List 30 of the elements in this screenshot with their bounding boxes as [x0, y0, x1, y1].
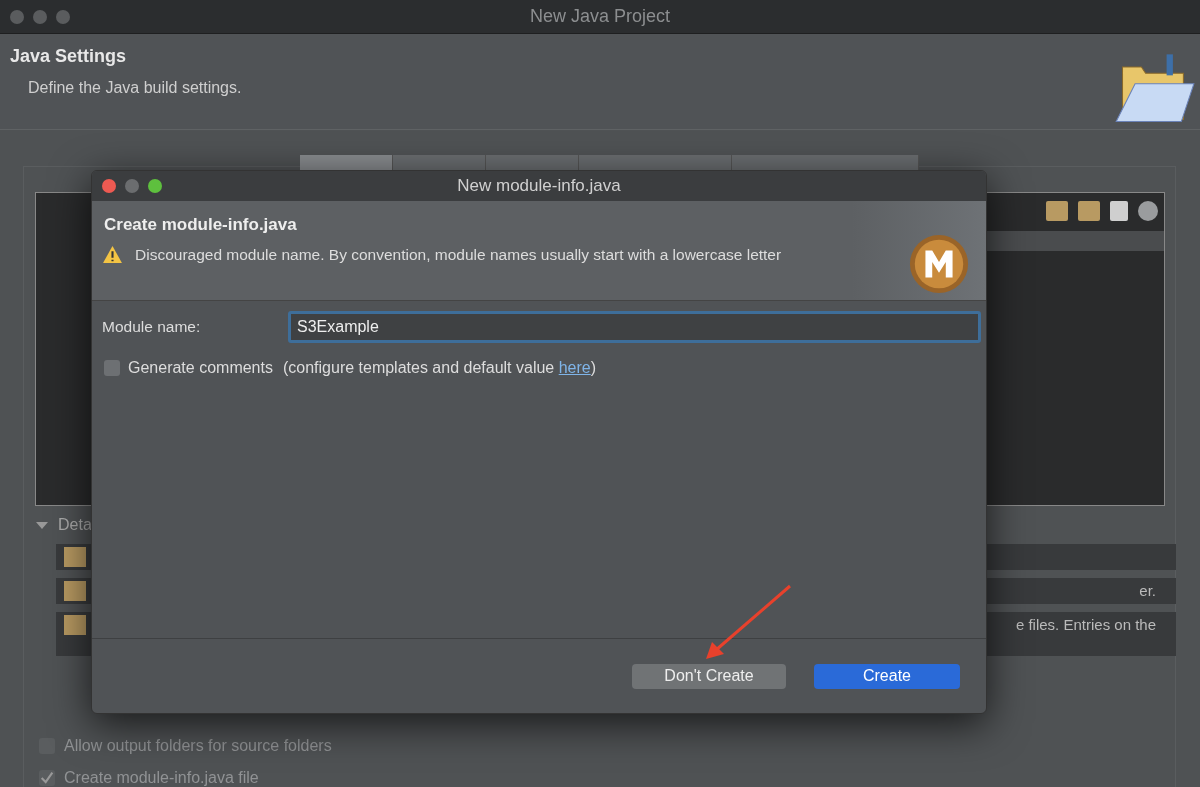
minimize-button[interactable]: [33, 9, 47, 24]
window-title: New Java Project: [529, 6, 671, 27]
detail-text: er.: [1139, 581, 1157, 599]
create-button[interactable]: Create: [814, 663, 960, 689]
checkbox-label: Generate comments: [128, 359, 273, 377]
here-link[interactable]: here: [558, 359, 591, 376]
page-subtitle: Define the Java build settings.: [28, 79, 242, 97]
tree-row[interactable]: [986, 231, 1164, 251]
checkbox[interactable]: [104, 360, 120, 376]
warning-icon: [102, 245, 123, 264]
close-button[interactable]: [102, 179, 116, 193]
dont-create-button[interactable]: Don't Create: [632, 663, 786, 689]
minimize-button[interactable]: [125, 179, 139, 193]
field-label: Module name:: [102, 318, 202, 336]
checkbox-label: Create module-info.java file: [64, 769, 259, 787]
module-icon: [908, 233, 970, 295]
disclosure-triangle-icon[interactable]: [36, 521, 48, 529]
checkbox-label: Allow output folders for source folders: [64, 737, 332, 755]
zoom-button[interactable]: [56, 9, 70, 24]
section-label: Deta: [58, 516, 92, 534]
dialog-title: New module-info.java: [457, 176, 621, 196]
close-button[interactable]: [10, 9, 24, 24]
hint-text: (configure templates and default value here): [282, 359, 597, 377]
detail-text: e files. Entries on the: [1015, 615, 1157, 633]
dialog-heading: Create module-info.java: [104, 215, 298, 235]
zoom-button[interactable]: [148, 179, 162, 193]
checkbox[interactable]: [39, 770, 55, 786]
module-name-field[interactable]: S3Example: [288, 311, 981, 343]
warning-message: Discouraged module name. By convention, module names usually start with a lowercase letter: [135, 245, 782, 264]
page-title: Java Settings: [10, 46, 128, 67]
